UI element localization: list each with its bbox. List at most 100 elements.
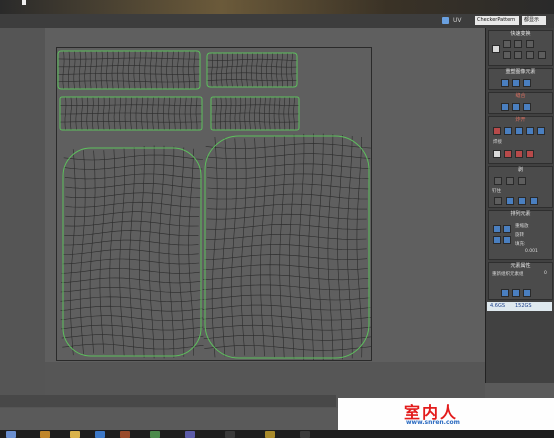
mesh-edge <box>204 345 372 351</box>
mesh-edge <box>221 137 228 357</box>
stitch-average-icon[interactable] <box>512 103 520 111</box>
straighten-selection-icon[interactable] <box>501 79 509 87</box>
align-icon[interactable] <box>492 45 500 53</box>
mirror-icon[interactable] <box>514 40 522 48</box>
mesh-edge <box>168 146 175 358</box>
mesh-edge <box>202 304 371 311</box>
split-icon[interactable] <box>526 127 534 135</box>
rotate-cw-icon[interactable] <box>503 40 511 48</box>
flatten-icon[interactable] <box>515 127 523 135</box>
mesh-edge <box>216 53 218 87</box>
mesh-edge <box>250 138 257 356</box>
relax-icon[interactable] <box>512 79 520 87</box>
taskbar-app-icon[interactable] <box>150 431 160 438</box>
group-label: 重新组织元素组 <box>492 272 524 277</box>
mesh-edge <box>65 182 202 189</box>
flip-icon[interactable] <box>526 40 534 48</box>
pin-count-input[interactable]: 0 <box>544 271 547 276</box>
straighten-icon[interactable] <box>526 51 534 59</box>
select-pins-icon[interactable] <box>530 197 538 205</box>
status-readout: 4.6GS 152GS <box>487 302 552 311</box>
peel-mode-icon[interactable] <box>506 177 514 185</box>
weld-selected-icon[interactable] <box>504 150 512 158</box>
mesh-edge <box>205 234 367 240</box>
pin-icon[interactable] <box>494 197 502 205</box>
mesh-edge <box>260 137 266 357</box>
mesh-edge <box>327 134 334 361</box>
ungroup-icon[interactable] <box>523 289 531 297</box>
stitch-section: 缝合 <box>488 92 553 114</box>
mesh-edge <box>184 97 187 131</box>
mesh-edge <box>204 244 367 250</box>
uv-shell-top-right[interactable] <box>206 52 298 88</box>
mesh-edge <box>62 249 199 255</box>
uv-shell-mid-left[interactable] <box>59 96 203 131</box>
mesh-edge <box>346 135 353 359</box>
uv-shell-top-left[interactable] <box>57 50 201 90</box>
mesh-edge <box>288 97 290 131</box>
taskbar-app-icon[interactable] <box>95 431 105 438</box>
taskbar-app-icon[interactable] <box>300 431 310 438</box>
scale-icon[interactable] <box>503 51 511 59</box>
mesh-edge <box>281 52 283 88</box>
mesh-edge <box>318 133 324 361</box>
mesh-edge <box>63 154 203 161</box>
padding-input[interactable]: 0.001 <box>525 249 538 254</box>
mesh-edge <box>246 52 248 87</box>
move-icon[interactable] <box>514 51 522 59</box>
taskbar-app-icon[interactable] <box>225 431 235 438</box>
taskbar-app-icon[interactable] <box>120 431 130 438</box>
relax-icon[interactable] <box>538 51 546 59</box>
mesh-edge <box>271 52 273 88</box>
taskbar-app-icon[interactable] <box>265 431 275 438</box>
mesh-edge <box>178 147 185 357</box>
mesh-edge <box>231 53 233 87</box>
status-right: 152GS <box>515 303 532 309</box>
break-icon[interactable] <box>493 127 501 135</box>
mesh-edge <box>293 97 295 130</box>
mesh-edge <box>203 324 372 331</box>
rescale-checkbox[interactable]: 重缩放 <box>515 223 529 229</box>
mesh-edge <box>244 97 246 130</box>
mesh-edge <box>202 294 370 301</box>
target-weld-icon[interactable] <box>493 150 501 158</box>
reset-peel-icon[interactable] <box>518 177 526 185</box>
mesh-edge <box>139 50 141 90</box>
taskbar-app-icon[interactable] <box>70 431 80 438</box>
mesh-edge <box>95 51 98 89</box>
uv-shell-bottom-left[interactable] <box>60 145 204 359</box>
mesh-edge <box>117 51 119 89</box>
start-icon[interactable] <box>6 431 16 438</box>
detach-icon[interactable] <box>504 127 512 135</box>
mesh-edge <box>61 334 204 340</box>
taskbar-app-icon[interactable] <box>185 431 195 438</box>
uv-mesh-canvas[interactable] <box>0 0 554 438</box>
mesh-edge <box>251 52 253 88</box>
uv-shell-bottom-right[interactable] <box>202 133 372 361</box>
taskbar-app-icon[interactable] <box>40 431 50 438</box>
mesh-edge <box>64 164 203 170</box>
stitch-source-icon[interactable] <box>501 103 509 111</box>
horizontal-scrollbar[interactable] <box>0 395 336 407</box>
mesh-edge <box>266 52 268 88</box>
unfold-icon[interactable] <box>523 79 531 87</box>
pack-custom-icon[interactable] <box>503 225 511 233</box>
auto-pin-icon[interactable] <box>518 197 526 205</box>
quick-peel-icon[interactable] <box>494 177 502 185</box>
rescale-elements-icon[interactable] <box>503 236 511 244</box>
mesh-edge <box>188 148 194 356</box>
weld-edge-icon[interactable] <box>526 150 534 158</box>
pack-normalize-icon[interactable] <box>493 225 501 233</box>
pack-together-icon[interactable] <box>493 236 501 244</box>
mesh-edge <box>207 203 368 210</box>
mesh-edge <box>256 52 258 88</box>
explode-icon[interactable] <box>537 127 545 135</box>
uv-shell-mid-right[interactable] <box>210 96 300 131</box>
group-select-icon[interactable] <box>501 289 509 297</box>
group-icon[interactable] <box>512 289 520 297</box>
rotate-checkbox[interactable]: 旋转 <box>515 232 524 238</box>
unpin-icon[interactable] <box>506 197 514 205</box>
stitch-target-icon[interactable] <box>523 103 531 111</box>
mesh-edge <box>89 51 92 89</box>
weld-all-icon[interactable] <box>515 150 523 158</box>
